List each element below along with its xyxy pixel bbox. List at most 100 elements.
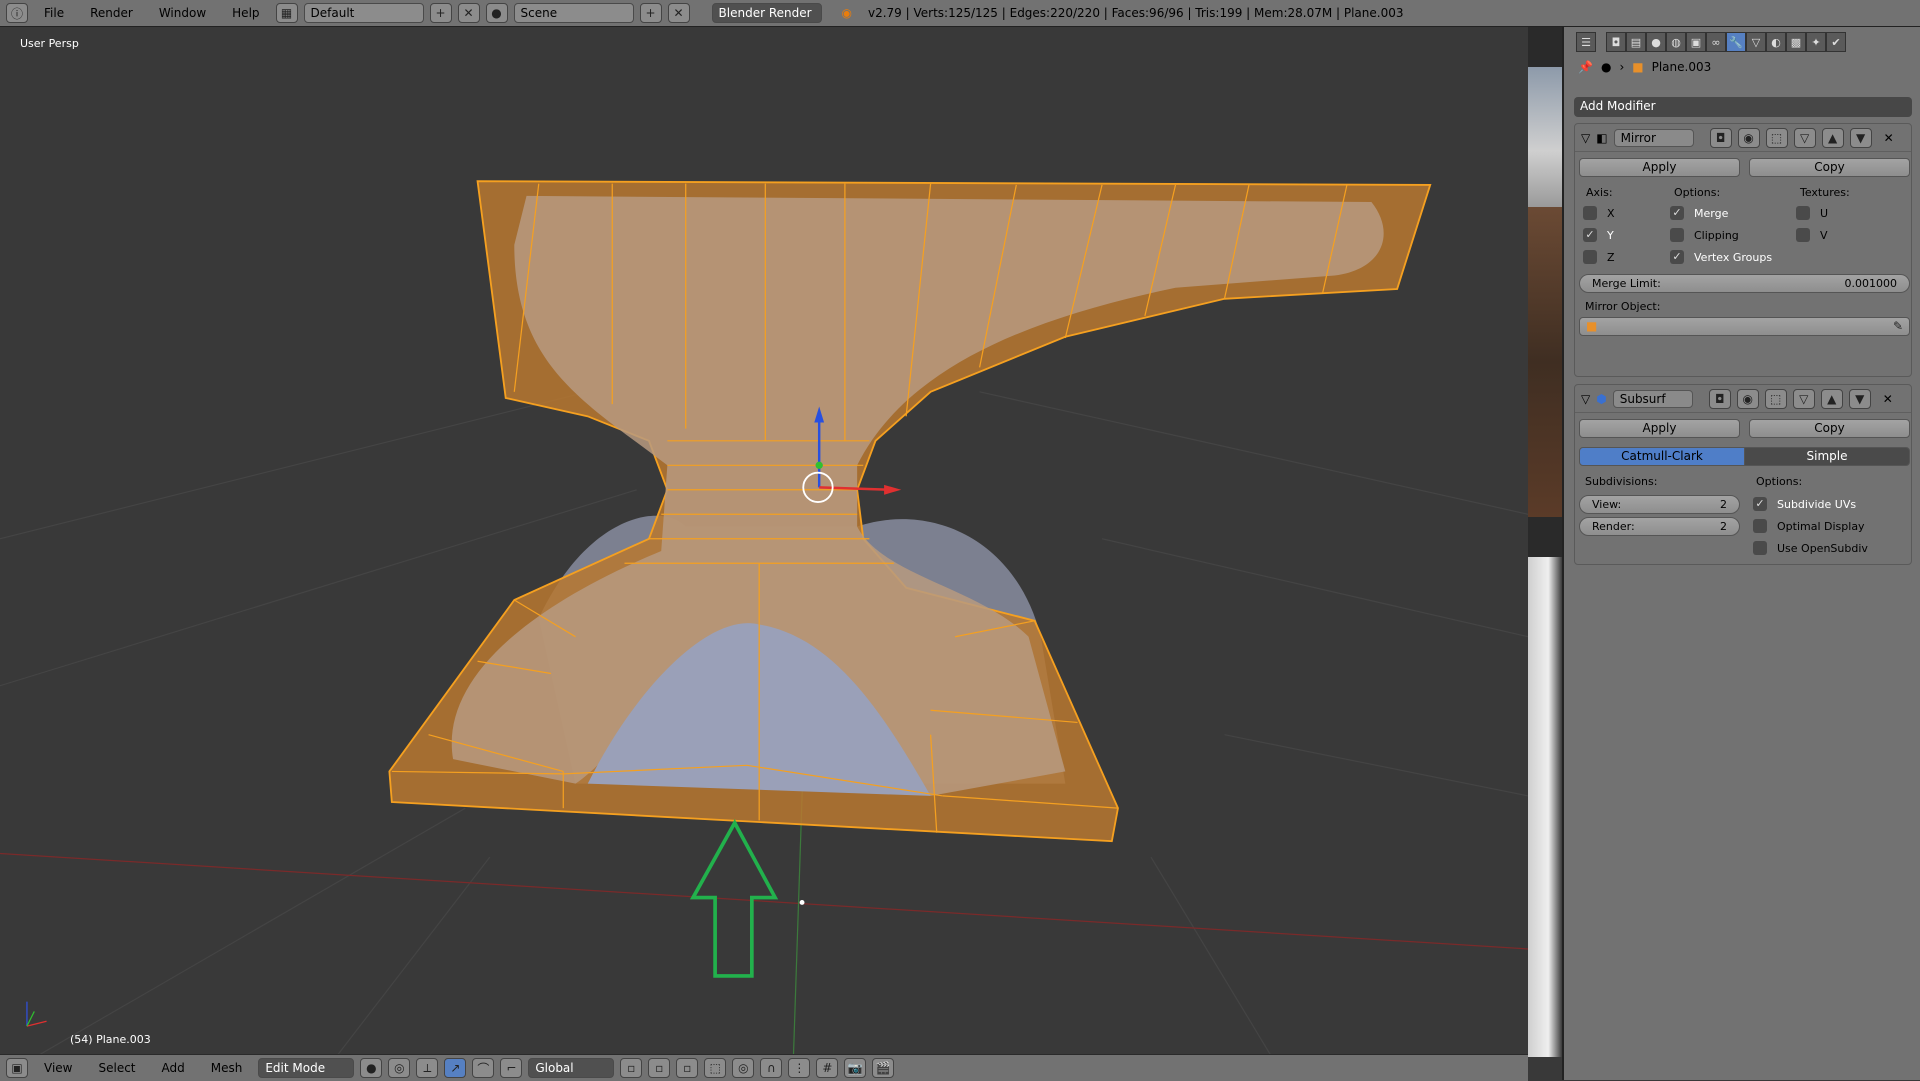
use-opensubdiv-checkbox[interactable]: Use OpenSubdiv — [1753, 541, 1868, 555]
apply-button[interactable]: Apply — [1579, 419, 1740, 438]
copy-button[interactable]: Copy — [1749, 419, 1910, 438]
mode-selector[interactable]: Edit Mode — [258, 1058, 355, 1078]
collapse-icon[interactable]: ▽ — [1581, 131, 1590, 145]
menu-add[interactable]: Add — [152, 1061, 195, 1075]
translate-manipulator-icon[interactable]: ↗ — [444, 1058, 467, 1078]
vertex-select-icon[interactable]: ▫ — [620, 1058, 643, 1078]
axis-y-checkbox[interactable]: ✓ Y — [1583, 228, 1614, 242]
axis-x-checkbox[interactable]: X — [1583, 206, 1615, 220]
scene-stats: v2.79 | Verts:125/125 | Edges:220/220 | … — [868, 6, 1404, 20]
optimal-display-checkbox[interactable]: Optimal Display — [1753, 519, 1865, 533]
opengl-animation-icon[interactable]: 🎬 — [872, 1058, 895, 1078]
merge-checkbox[interactable]: ✓ Merge — [1670, 206, 1728, 220]
menu-file[interactable]: File — [34, 6, 74, 20]
render-engine-select[interactable]: Blender Render — [711, 3, 822, 23]
remove-modifier-icon[interactable]: ✕ — [1884, 131, 1894, 145]
tab-physics-icon[interactable]: ✔ — [1826, 32, 1846, 52]
pivot-point-icon[interactable]: ◎ — [388, 1058, 411, 1078]
tab-data-icon[interactable]: ▽ — [1746, 32, 1766, 52]
mirror-object-field[interactable]: ■ ✎ — [1579, 317, 1910, 336]
cage-toggle-icon[interactable]: ▽ — [1793, 127, 1816, 148]
menu-window[interactable]: Window — [149, 6, 216, 20]
tab-world-icon[interactable]: ◍ — [1666, 32, 1686, 52]
proportional-edit-icon[interactable]: ◎ — [732, 1058, 755, 1078]
axis-z-checkbox[interactable]: Z — [1583, 250, 1615, 264]
manipulator-icon[interactable]: ⟂ — [416, 1058, 439, 1078]
tab-material-icon[interactable]: ◐ — [1766, 32, 1786, 52]
clipping-checkbox[interactable]: Clipping — [1670, 228, 1739, 242]
tab-modifiers-icon[interactable]: 🔧 — [1726, 32, 1746, 52]
view-subdivisions-field[interactable]: View: 2 — [1579, 495, 1740, 514]
tab-render-icon[interactable]: ◘ — [1606, 32, 1626, 52]
texture-u-checkbox[interactable]: U — [1796, 206, 1828, 220]
editor-type-properties-icon[interactable]: ☰ — [1576, 32, 1596, 52]
remove-scene-icon[interactable]: ✕ — [667, 3, 690, 23]
tab-scene-icon[interactable]: ● — [1646, 32, 1666, 52]
opengl-render-icon[interactable]: 📷 — [844, 1058, 867, 1078]
viewport-toggle-icon[interactable]: ◉ — [1736, 388, 1759, 409]
modifier-name-field[interactable]: Mirror — [1613, 128, 1694, 147]
subdivisions-label: Subdivisions: — [1585, 475, 1658, 488]
face-select-icon[interactable]: ▫ — [676, 1058, 699, 1078]
viewport-toggle-icon[interactable]: ◉ — [1737, 127, 1760, 148]
properties-tabs: ☰ ◘ ▤ ● ◍ ▣ ∞ 🔧 ▽ ◐ ▩ ✦ ✔ — [1576, 32, 1846, 52]
move-up-icon[interactable]: ▲ — [1820, 388, 1843, 409]
tab-particles-icon[interactable]: ✦ — [1806, 32, 1826, 52]
vertex-groups-checkbox[interactable]: ✓ Vertex Groups — [1670, 250, 1772, 264]
move-down-icon[interactable]: ▼ — [1849, 127, 1872, 148]
merge-limit-field[interactable]: Merge Limit: 0.001000 — [1579, 274, 1910, 293]
snap-target-icon[interactable]: # — [816, 1058, 839, 1078]
copy-button[interactable]: Copy — [1749, 158, 1910, 177]
snap-icon[interactable]: ∩ — [760, 1058, 783, 1078]
render-toggle-icon[interactable]: ◘ — [1708, 388, 1731, 409]
rotate-manipulator-icon[interactable]: ⌒ — [472, 1058, 495, 1078]
texture-v-checkbox[interactable]: V — [1796, 228, 1828, 242]
collapse-icon[interactable]: ▽ — [1581, 392, 1590, 406]
menu-mesh[interactable]: Mesh — [201, 1061, 253, 1075]
3d-cursor — [799, 900, 805, 905]
eyedropper-icon[interactable]: ✎ — [1893, 318, 1903, 335]
subdivide-uvs-checkbox[interactable]: ✓ Subdivide UVs — [1753, 497, 1856, 511]
view-label: User Persp — [20, 37, 79, 50]
catmull-clark-option[interactable]: Catmull-Clark — [1579, 447, 1745, 466]
screen-layout-icon[interactable]: ▦ — [275, 3, 298, 23]
add-modifier-dropdown[interactable]: Add Modifier — [1574, 97, 1912, 117]
modifier-name-field[interactable]: Subsurf — [1612, 389, 1693, 408]
render-toggle-icon[interactable]: ◘ — [1709, 127, 1732, 148]
layout-selector[interactable]: Default — [303, 3, 424, 23]
tab-texture-icon[interactable]: ▩ — [1786, 32, 1806, 52]
viewport-shading-icon[interactable]: ● — [360, 1058, 383, 1078]
menu-view[interactable]: View — [34, 1061, 82, 1075]
remove-modifier-icon[interactable]: ✕ — [1883, 392, 1893, 406]
move-up-icon[interactable]: ▲ — [1821, 127, 1844, 148]
tab-object-icon[interactable]: ▣ — [1686, 32, 1706, 52]
remove-layout-icon[interactable]: ✕ — [457, 3, 480, 23]
mirror-modifier-icon: ◧ — [1596, 130, 1608, 145]
menu-select[interactable]: Select — [88, 1061, 145, 1075]
move-down-icon[interactable]: ▼ — [1848, 388, 1871, 409]
scale-manipulator-icon[interactable]: ⌐ — [500, 1058, 523, 1078]
tab-constraints-icon[interactable]: ∞ — [1706, 32, 1726, 52]
pin-icon[interactable]: 📌 — [1578, 60, 1593, 74]
editor-type-info-icon[interactable]: ⓘ — [6, 3, 28, 23]
editmode-toggle-icon[interactable]: ⬚ — [1764, 388, 1787, 409]
anvil-mesh[interactable] — [388, 180, 1432, 843]
render-subdivisions-field[interactable]: Render: 2 — [1579, 517, 1740, 536]
edge-select-icon[interactable]: ▫ — [648, 1058, 671, 1078]
orientation-selector[interactable]: Global — [528, 1058, 615, 1078]
scene-selector[interactable]: Scene — [513, 3, 634, 23]
add-scene-icon[interactable]: + — [639, 3, 662, 23]
menu-help[interactable]: Help — [222, 6, 269, 20]
add-layout-icon[interactable]: + — [429, 3, 452, 23]
menu-render[interactable]: Render — [80, 6, 143, 20]
simple-option[interactable]: Simple — [1744, 447, 1910, 466]
scene-icon[interactable]: ● — [485, 3, 508, 23]
editor-type-3d-view-icon[interactable]: ▣ — [6, 1058, 28, 1078]
tab-render-layers-icon[interactable]: ▤ — [1626, 32, 1646, 52]
cage-toggle-icon[interactable]: ▽ — [1792, 388, 1815, 409]
apply-button[interactable]: Apply — [1579, 158, 1740, 177]
limit-selection-icon[interactable]: ⬚ — [704, 1058, 727, 1078]
snap-element-icon[interactable]: ⋮ — [788, 1058, 811, 1078]
blender-logo-icon: ◉ — [841, 6, 852, 20]
editmode-toggle-icon[interactable]: ⬚ — [1765, 127, 1788, 148]
